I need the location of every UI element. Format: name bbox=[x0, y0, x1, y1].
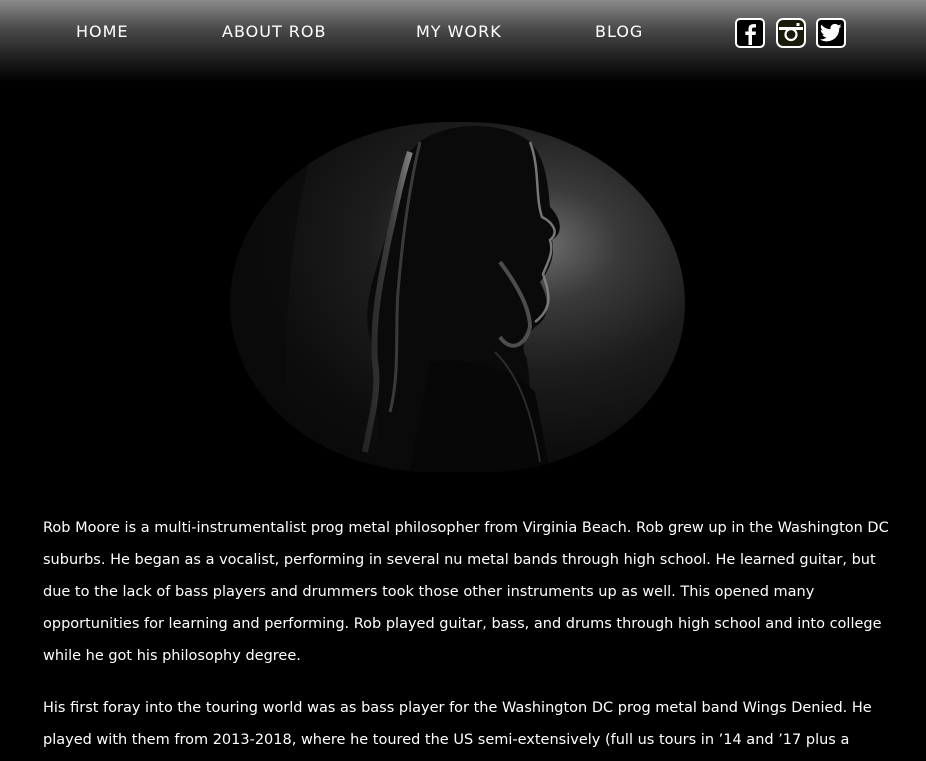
instagram-button[interactable] bbox=[776, 18, 806, 48]
twitter-button[interactable] bbox=[816, 18, 846, 48]
facebook-icon bbox=[739, 21, 761, 45]
bio-paragraph-2: His first foray into the touring world w… bbox=[43, 700, 872, 748]
nav-about-link[interactable]: ABOUT ROB bbox=[222, 22, 327, 42]
bio-paragraph-1: Rob Moore is a multi-instrumentalist pro… bbox=[43, 520, 889, 664]
page: HOME ABOUT ROB MY WORK BLOG Rob Moore is… bbox=[0, 0, 926, 761]
twitter-icon bbox=[820, 23, 842, 43]
nav-home-link[interactable]: HOME bbox=[76, 22, 129, 42]
nav-my-work-link[interactable]: MY WORK bbox=[416, 22, 502, 42]
profile-portrait bbox=[230, 122, 685, 472]
top-navigation-bar: HOME ABOUT ROB MY WORK BLOG bbox=[0, 0, 926, 82]
facebook-button[interactable] bbox=[735, 18, 765, 48]
nav-blog-link[interactable]: BLOG bbox=[595, 22, 643, 42]
bio-section: Rob Moore is a multi-instrumentalist pro… bbox=[43, 512, 893, 761]
portrait-silhouette bbox=[230, 122, 560, 472]
instagram-icon bbox=[779, 22, 803, 44]
